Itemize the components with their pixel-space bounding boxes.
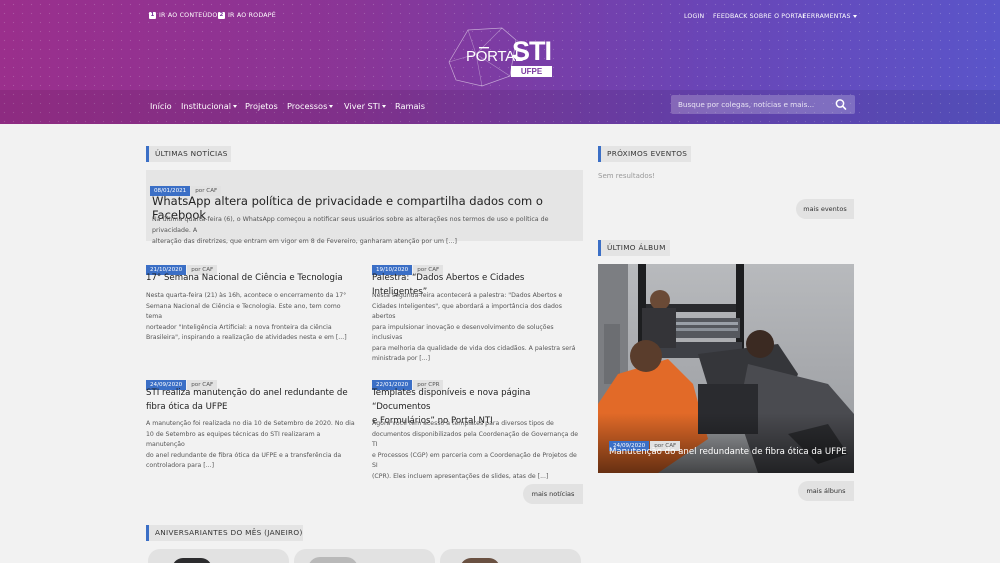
avatar <box>308 557 358 563</box>
birthdays-section-title: ANIVERSARIANTES DO MÊS (JANEIRO) <box>146 525 303 541</box>
news-item[interactable]: 22/01/2020 por CPR Templates disponíveis … <box>372 371 584 480</box>
tools-menu[interactable]: FERRAMENTAS <box>803 13 857 20</box>
album-caption[interactable]: Manutenção do anel redundante de fibra ó… <box>609 447 847 457</box>
news-title[interactable]: STI realiza manutenção do anel redundant… <box>146 386 356 414</box>
news-item[interactable]: 19/10/2020 por CAF Palestra: “Dados Abert… <box>372 256 584 362</box>
more-news-button[interactable]: mais notícias <box>523 484 583 504</box>
nav-projetos[interactable]: Projetos <box>245 101 278 111</box>
news-item[interactable]: 21/10/2020 por CAF 17° Semana Nacional de… <box>146 256 358 346</box>
news-section-title: ÚLTIMAS NOTÍCIAS <box>146 146 231 162</box>
nav-inicio[interactable]: Início <box>150 101 172 111</box>
search-icon <box>835 99 847 110</box>
caret-down-icon <box>329 105 334 108</box>
album-section-title: ÚLTIMO ÁLBUM <box>598 240 670 256</box>
birthday-card[interactable] <box>440 549 581 563</box>
login-link[interactable]: LOGIN <box>684 13 704 20</box>
events-section-title: PRÓXIMOS EVENTOS <box>598 146 691 162</box>
caret-down-icon <box>233 105 238 108</box>
portal-sti-logo[interactable]: PORTAL STI UFPE <box>446 26 556 88</box>
more-events-button[interactable]: mais eventos <box>796 199 854 219</box>
search-box[interactable]: Busque por colegas, notícias e mais... <box>671 95 855 114</box>
nav-ramais[interactable]: Ramais <box>395 101 425 111</box>
news-excerpt: Nesta quarta-feira (21) às 16h, acontece… <box>146 292 347 341</box>
birthday-card[interactable] <box>294 549 435 563</box>
nav-viver-sti[interactable]: Viver STI <box>344 101 387 111</box>
news-excerpt: A manutenção foi realizada no dia 10 de … <box>146 420 355 469</box>
caret-down-icon <box>852 14 857 18</box>
news-item[interactable]: 24/09/2020 por CAF STI realiza manutenção… <box>146 371 358 469</box>
avatar <box>460 558 500 563</box>
featured-news-card[interactable]: 08/01/2021 por CAF WhatsApp altera políti… <box>146 170 583 245</box>
nav-institucional[interactable]: Institucional <box>181 101 238 111</box>
latest-album-card[interactable]: 24/09/2020 por CAF Manutenção do anel red… <box>598 264 854 473</box>
skip-to-content-link[interactable]: 1 IR AO CONTEÚDO <box>149 12 218 19</box>
avatar <box>172 558 212 563</box>
feedback-link[interactable]: FEEDBACK SOBRE O PORTAL <box>713 13 806 20</box>
search-button[interactable] <box>827 95 855 114</box>
search-input[interactable]: Busque por colegas, notícias e mais... <box>678 100 814 109</box>
events-empty-message: Sem resultados! <box>598 172 656 180</box>
news-excerpt: Nesta segunda-feira acontecerá a palestr… <box>372 292 576 362</box>
more-albums-button[interactable]: mais álbuns <box>798 481 854 501</box>
birthday-card[interactable] <box>148 549 289 563</box>
site-header: 1 IR AO CONTEÚDO 2 IR AO RODAPÉ LOGIN FE… <box>0 0 1000 124</box>
caret-down-icon <box>382 105 387 108</box>
news-title[interactable]: 17° Semana Nacional de Ciência e Tecnolo… <box>146 271 356 285</box>
nav-processos[interactable]: Processos <box>287 101 334 111</box>
news-excerpt: Agora você tem acesso a templates para d… <box>372 420 579 480</box>
featured-news-excerpt: Na última quarta-feira (6), o WhatsApp c… <box>152 216 549 245</box>
skip-to-footer-link[interactable]: 2 IR AO RODAPÉ <box>218 12 276 19</box>
